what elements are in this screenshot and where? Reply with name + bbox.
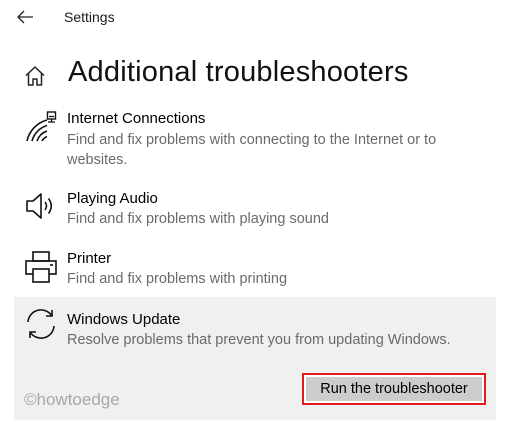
- troubleshooter-printer[interactable]: Printer Find and fix problems with print…: [14, 246, 496, 292]
- troubleshooter-name: Playing Audio: [67, 190, 158, 207]
- home-icon: [25, 66, 45, 86]
- troubleshooter-internet-connections[interactable]: Internet Connections Find and fix proble…: [14, 106, 496, 172]
- app-title: Settings: [64, 9, 115, 25]
- troubleshooter-name: Windows Update: [67, 311, 181, 328]
- home-button[interactable]: [23, 64, 47, 88]
- back-button[interactable]: [14, 6, 36, 28]
- troubleshooter-description: Find and fix problems with printing: [67, 271, 288, 287]
- sync-icon: [24, 307, 58, 341]
- page-header: Additional troubleshooters: [0, 52, 520, 98]
- troubleshooter-name: Internet Connections: [67, 110, 206, 127]
- run-troubleshooter-label: Run the troubleshooter: [306, 377, 482, 401]
- troubleshooter-description: Resolve problems that prevent you from u…: [67, 332, 451, 348]
- back-arrow-icon: [17, 10, 33, 24]
- speaker-icon: [24, 189, 58, 223]
- troubleshooter-description: Find and fix problems with playing sound: [67, 211, 329, 227]
- page-title: Additional troubleshooters: [68, 56, 409, 88]
- troubleshooter-description: Find and fix problems with connecting to…: [67, 132, 437, 168]
- troubleshooter-playing-audio[interactable]: Playing Audio Find and fix problems with…: [14, 186, 496, 232]
- run-troubleshooter-button[interactable]: Run the troubleshooter: [302, 373, 486, 405]
- printer-icon: [24, 250, 58, 284]
- title-bar: Settings: [0, 0, 520, 34]
- troubleshooter-name: Printer: [67, 250, 112, 267]
- watermark: ©howtoedge: [24, 390, 120, 409]
- network-icon: [24, 110, 58, 144]
